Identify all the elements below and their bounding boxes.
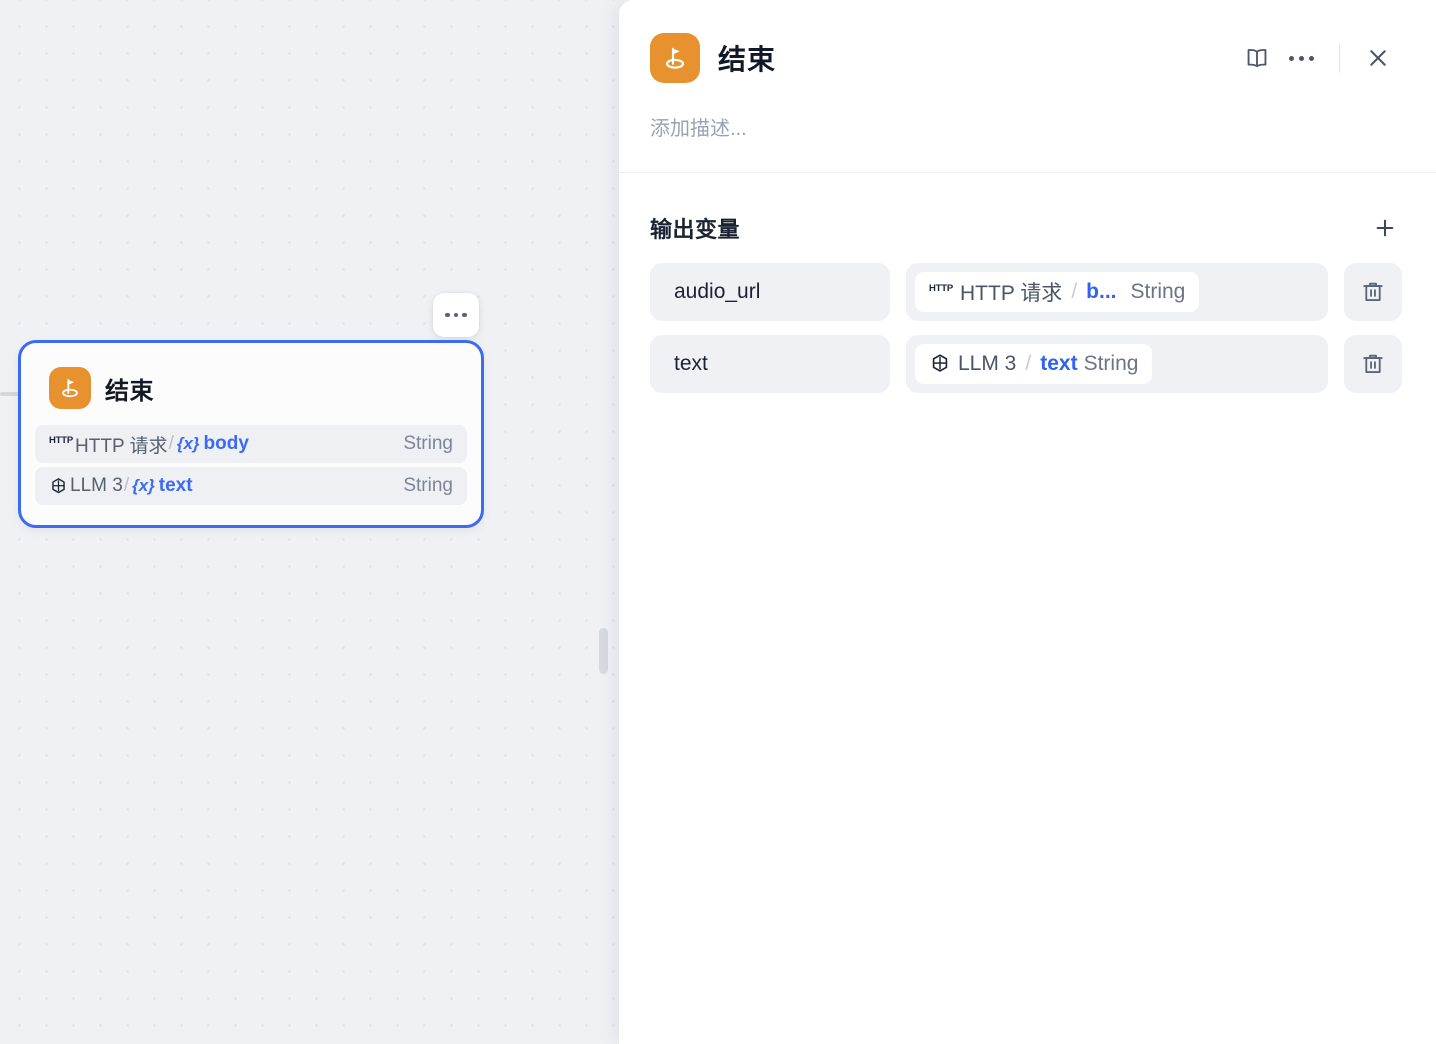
dot-2	[454, 313, 459, 318]
http-icon: HTTP	[929, 287, 953, 297]
dot-1	[445, 313, 450, 318]
chip-type: String	[1084, 352, 1139, 376]
chip-separator: /	[1025, 352, 1031, 376]
node-output-rows: HTTP HTTP 请求 / {x} body String	[35, 425, 467, 505]
incoming-edge-stub	[0, 392, 20, 396]
variable-value-selector[interactable]: HTTP HTTP 请求 / b... String	[906, 263, 1328, 321]
llm-icon	[49, 477, 68, 496]
panel-header: 结束	[619, 0, 1436, 86]
app-root: 结束 HTTP HTTP 请求 / {x} body String	[0, 0, 1436, 1044]
llm-icon	[929, 353, 951, 375]
node-row-separator: /	[124, 475, 129, 497]
dot-3	[462, 313, 467, 318]
output-variable-row: audio_url HTTP HTTP 请求 / b... String	[650, 263, 1402, 321]
close-icon[interactable]	[1356, 36, 1400, 80]
node-row-source: LLM 3	[70, 475, 123, 497]
node-row-variable: body	[204, 433, 249, 455]
variable-brace-icon: {x}	[132, 476, 155, 496]
section-title: 输出变量	[650, 212, 740, 244]
canvas-vertical-scrollbar[interactable]	[599, 628, 608, 674]
panel-title: 结束	[718, 38, 776, 78]
book-icon[interactable]	[1235, 36, 1279, 80]
node-header: 结束	[35, 359, 467, 425]
node-row-type: String	[403, 433, 453, 455]
end-node-card[interactable]: 结束 HTTP HTTP 请求 / {x} body String	[18, 340, 484, 528]
description-input[interactable]: 添加描述...	[619, 86, 1436, 141]
node-detail-panel: 结束	[619, 0, 1436, 1044]
variable-value-selector[interactable]: LLM 3 / text String	[906, 335, 1328, 393]
add-variable-button[interactable]	[1368, 211, 1402, 245]
variable-name-input[interactable]: audio_url	[650, 263, 890, 321]
delete-variable-button[interactable]	[1344, 263, 1402, 321]
node-row-type: String	[403, 475, 453, 497]
node-row-source: HTTP 请求	[75, 431, 168, 458]
dot-1	[1289, 56, 1294, 61]
node-more-button[interactable]	[433, 293, 479, 337]
dot-2	[1299, 56, 1304, 61]
variable-reference-chip[interactable]: LLM 3 / text String	[915, 344, 1152, 384]
output-variables-list: audio_url HTTP HTTP 请求 / b... String	[619, 245, 1436, 393]
variable-brace-icon: {x}	[177, 434, 200, 454]
variable-reference-chip[interactable]: HTTP HTTP 请求 / b... String	[915, 272, 1199, 312]
node-row-variable: text	[159, 475, 193, 497]
chip-source: HTTP 请求	[960, 277, 1062, 307]
header-divider	[1339, 43, 1340, 73]
flag-finish-icon	[49, 367, 91, 409]
chip-type: String	[1131, 280, 1186, 304]
delete-variable-button[interactable]	[1344, 335, 1402, 393]
dot-3	[1309, 56, 1314, 61]
chip-variable: b...	[1086, 280, 1116, 304]
node-row[interactable]: LLM 3 / {x} text String	[35, 467, 467, 505]
node-title: 结束	[105, 371, 154, 406]
chip-variable: text	[1040, 352, 1077, 376]
chip-separator: /	[1071, 280, 1077, 304]
workflow-canvas[interactable]: 结束 HTTP HTTP 请求 / {x} body String	[0, 0, 620, 1044]
node-row-separator: /	[169, 433, 174, 455]
output-variable-row: text LLM 3 / text String	[650, 335, 1402, 393]
output-variables-section-header: 输出变量	[619, 173, 1436, 245]
panel-header-actions	[1235, 36, 1400, 80]
chip-source: LLM 3	[958, 352, 1016, 376]
node-row[interactable]: HTTP HTTP 请求 / {x} body String	[35, 425, 467, 463]
variable-name-input[interactable]: text	[650, 335, 890, 393]
more-horizontal-icon[interactable]	[1279, 36, 1323, 80]
http-icon: HTTP	[49, 439, 73, 449]
flag-finish-icon	[650, 33, 700, 83]
